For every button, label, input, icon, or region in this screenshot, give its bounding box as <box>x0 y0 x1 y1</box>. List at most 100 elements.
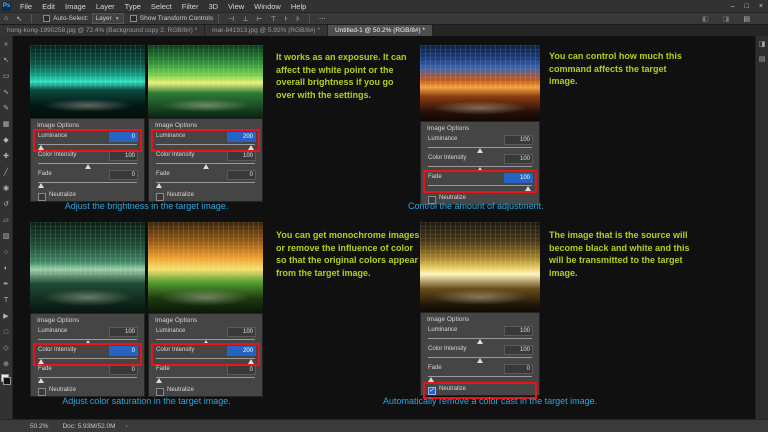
history-brush-tool-icon[interactable]: ↺ <box>3 197 9 213</box>
slider-thumb[interactable] <box>37 378 44 383</box>
document-tab-1[interactable]: hong-kong-1990258.jpg @ 72.4% (Backgroun… <box>0 25 206 36</box>
fade-slider[interactable] <box>37 182 137 188</box>
luminance-value-field[interactable]: 100 <box>504 135 533 145</box>
color-intensity-slider[interactable] <box>428 357 532 363</box>
menu-select[interactable]: Select <box>146 2 177 11</box>
menu-file[interactable]: File <box>15 2 37 11</box>
color-intensity-value-field[interactable]: 200 <box>227 346 256 356</box>
auto-select-target-dropdown[interactable]: Layer ▼ <box>91 13 124 24</box>
fade-value-field[interactable]: 0 <box>227 365 256 375</box>
luminance-value-field[interactable]: 0 <box>109 132 138 142</box>
fade-value-field[interactable]: 0 <box>109 365 138 375</box>
close-icon[interactable]: × <box>754 3 768 10</box>
marquee-tool-icon[interactable]: ▭ <box>3 69 10 85</box>
status-chevron-icon[interactable]: › <box>126 423 128 430</box>
menu-3d[interactable]: 3D <box>203 2 223 11</box>
menu-window[interactable]: Window <box>249 2 286 11</box>
clone-stamp-tool-icon[interactable]: ◉ <box>3 181 9 197</box>
luminance-slider[interactable] <box>156 339 255 345</box>
pen-tool-icon[interactable]: ✒ <box>3 277 9 293</box>
color-intensity-value-field[interactable]: 0 <box>109 346 138 356</box>
fade-slider[interactable] <box>428 376 532 382</box>
align-middle-icon[interactable]: ⊦ <box>281 15 293 23</box>
color-intensity-slider[interactable] <box>156 358 255 364</box>
quick-selection-tool-icon[interactable]: ✎ <box>3 101 9 117</box>
slider-thumb[interactable] <box>202 164 209 169</box>
color-intensity-slider[interactable] <box>428 166 532 172</box>
color-intensity-value-field[interactable]: 100 <box>227 151 256 161</box>
fade-slider[interactable] <box>428 185 532 191</box>
slider-thumb[interactable] <box>84 340 91 345</box>
fade-slider[interactable] <box>37 377 137 383</box>
menu-view[interactable]: View <box>223 2 249 11</box>
fade-value-field[interactable]: 0 <box>109 170 138 180</box>
menu-image[interactable]: Image <box>60 2 91 11</box>
slider-thumb[interactable] <box>37 145 44 150</box>
move-tool-icon[interactable]: ↖ <box>12 15 26 23</box>
neutralize-checkbox[interactable] <box>156 193 164 201</box>
fade-value-field[interactable]: 0 <box>227 170 256 180</box>
path-selection-tool-icon[interactable]: ▶ <box>3 309 8 325</box>
collapsed-panel-icon[interactable]: ▤ <box>759 55 766 63</box>
slider-thumb[interactable] <box>248 145 255 150</box>
color-swatches[interactable] <box>1 374 11 385</box>
slider-thumb[interactable] <box>202 340 209 345</box>
color-intensity-value-field[interactable]: 100 <box>504 154 533 164</box>
slider-thumb[interactable] <box>37 183 44 188</box>
3d-orbit-icon[interactable]: ◨ <box>719 15 734 23</box>
brush-tool-icon[interactable]: ╱ <box>4 165 8 181</box>
luminance-slider[interactable] <box>428 338 532 344</box>
background-color-swatch[interactable] <box>3 377 11 385</box>
slider-thumb[interactable] <box>155 378 162 383</box>
slider-thumb[interactable] <box>248 359 255 364</box>
shape-tool-icon[interactable]: □ <box>4 325 8 341</box>
zoom-level-field[interactable]: 50.2% <box>30 423 48 430</box>
menu-type[interactable]: Type <box>120 2 146 11</box>
luminance-slider[interactable] <box>428 147 532 153</box>
fade-slider[interactable] <box>155 182 255 188</box>
fade-value-field[interactable]: 0 <box>504 364 533 374</box>
neutralize-checkbox[interactable] <box>38 388 46 396</box>
color-intensity-slider[interactable] <box>156 163 255 169</box>
move-tool[interactable]: ↖ <box>3 53 9 69</box>
luminance-value-field[interactable]: 100 <box>227 327 256 337</box>
show-transform-controls-checkbox[interactable] <box>129 15 137 22</box>
align-center-horizontal-icon[interactable]: ⊥ <box>238 15 252 23</box>
gradient-tool-icon[interactable]: ▨ <box>3 229 10 245</box>
slider-thumb[interactable] <box>155 183 162 188</box>
3d-mode-icon[interactable]: ◧ <box>698 15 713 23</box>
color-intensity-slider[interactable] <box>38 163 137 169</box>
crop-tool-icon[interactable]: ▦ <box>3 117 10 133</box>
home-icon[interactable]: ⌂ <box>0 15 12 22</box>
collapse-panels-icon[interactable]: » <box>4 37 8 53</box>
workspace-icon[interactable]: ▤ <box>739 15 754 23</box>
neutralize-checkbox[interactable] <box>156 388 164 396</box>
auto-select-checkbox[interactable] <box>43 15 51 22</box>
align-right-icon[interactable]: ⊢ <box>252 15 266 23</box>
slider-thumb[interactable] <box>477 339 483 344</box>
slider-thumb[interactable] <box>477 148 483 153</box>
align-bottom-icon[interactable]: ⊧ <box>292 15 304 23</box>
slider-thumb[interactable] <box>477 358 483 363</box>
color-intensity-value-field[interactable]: 100 <box>504 345 533 355</box>
more-options-icon[interactable]: ⋯ <box>315 15 330 23</box>
luminance-value-field[interactable]: 100 <box>109 327 138 337</box>
hand-tool-icon[interactable]: ◇ <box>3 341 8 357</box>
luminance-slider[interactable] <box>37 144 137 150</box>
menu-edit[interactable]: Edit <box>37 2 60 11</box>
color-intensity-value-field[interactable]: 100 <box>109 151 138 161</box>
minimize-icon[interactable]: – <box>726 3 740 10</box>
luminance-value-field[interactable]: 100 <box>504 326 533 336</box>
color-intensity-slider[interactable] <box>37 358 137 364</box>
menu-help[interactable]: Help <box>286 2 311 11</box>
eraser-tool-icon[interactable]: ▱ <box>3 213 8 229</box>
align-top-icon[interactable]: ⊤ <box>266 15 280 23</box>
menu-filter[interactable]: Filter <box>177 2 204 11</box>
lasso-tool-icon[interactable]: ∿ <box>3 85 9 101</box>
fade-slider[interactable] <box>155 377 255 383</box>
document-tab-3[interactable]: Untitled-1 @ 50.2% (RGB/8#) * <box>327 25 433 36</box>
document-tab-2[interactable]: mar-841913.jpg @ 5.92% (RGB/8#) * <box>205 25 328 36</box>
fade-value-field[interactable]: 100 <box>504 173 533 183</box>
maximize-icon[interactable]: □ <box>740 3 754 10</box>
neutralize-checkbox[interactable] <box>428 387 436 395</box>
